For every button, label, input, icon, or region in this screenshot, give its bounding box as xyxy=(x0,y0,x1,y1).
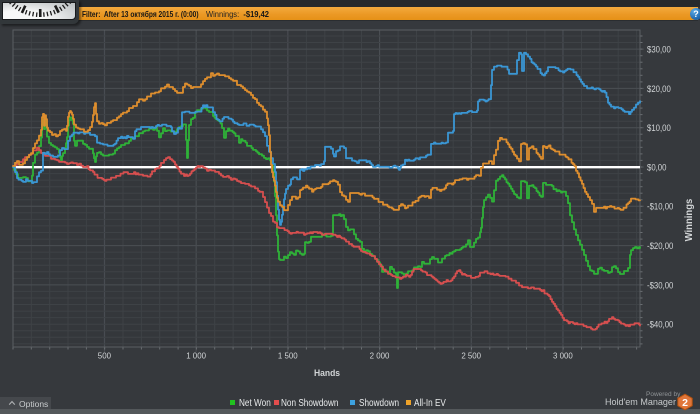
svg-text:2: 2 xyxy=(682,397,688,409)
svg-text:-$40,00: -$40,00 xyxy=(647,319,674,330)
svg-text:$20,00: $20,00 xyxy=(647,83,671,94)
svg-text:2 000: 2 000 xyxy=(370,351,390,360)
svg-text:-$10,00: -$10,00 xyxy=(647,201,674,212)
svg-text:500: 500 xyxy=(98,351,112,360)
svg-text:$0,00: $0,00 xyxy=(647,162,667,173)
svg-text:$10,00: $10,00 xyxy=(647,122,671,133)
svg-text:Hands: Hands xyxy=(314,368,340,378)
svg-text:$30,00: $30,00 xyxy=(647,44,671,55)
svg-text:3 000: 3 000 xyxy=(553,351,573,360)
svg-text:1 000: 1 000 xyxy=(186,351,206,360)
svg-text:1 500: 1 500 xyxy=(278,351,298,360)
svg-text:-$20,00: -$20,00 xyxy=(647,240,674,251)
svg-text:2 500: 2 500 xyxy=(461,351,481,360)
svg-text:Winnings: Winnings xyxy=(684,198,695,241)
svg-text:-$30,00: -$30,00 xyxy=(647,280,674,291)
